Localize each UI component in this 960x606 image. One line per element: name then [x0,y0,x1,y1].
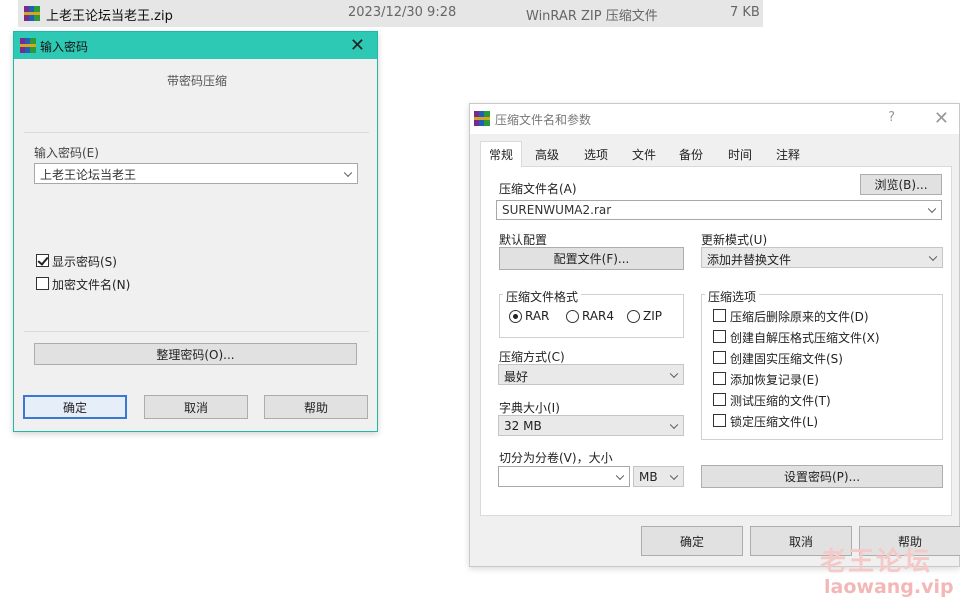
file-date: 2023/12/30 9:28 [348,5,457,20]
file-type: WinRAR ZIP 压缩文件 [526,9,658,24]
tab-backup[interactable]: 备份 [670,142,712,166]
tab-options[interactable]: 选项 [574,142,618,166]
profiles-button[interactable]: 配置文件(F)... [499,247,684,270]
tab-comment[interactable]: 注释 [767,142,809,166]
archive-name-label: 压缩文件名(A) [499,182,577,196]
split-unit-value: MB [639,470,658,484]
chevron-down-icon [669,471,679,480]
lock-archive-label[interactable]: 锁定压缩文件(L) [730,413,818,430]
winrar-archive-icon [24,6,40,21]
tab-time[interactable]: 时间 [718,142,762,166]
divider [24,331,369,332]
delete-after-label[interactable]: 压缩后删除原来的文件(D) [730,308,869,325]
format-zip-label[interactable]: ZIP [643,309,662,323]
file-name: 上老王论坛当老王.zip [46,9,173,24]
close-icon[interactable]: ✕ [350,35,365,56]
archive-format-label: 压缩文件格式 [503,288,582,305]
watermark-text: 老王论坛 [820,547,933,577]
archive-dialog-titlebar[interactable]: 压缩文件名和参数 ? ✕ [470,104,959,134]
sfx-label[interactable]: 创建自解压格式压缩文件(X) [730,329,880,346]
test-files-label[interactable]: 测试压缩的文件(T) [730,392,831,409]
file-size: 7 KB [730,5,760,20]
format-zip-radio[interactable] [627,310,640,323]
close-icon[interactable]: ✕ [934,108,949,129]
default-config-label: 默认配置 [499,233,548,247]
password-label: 输入密码(E) [34,146,99,160]
tab-general[interactable]: 常规 [480,141,522,167]
lock-archive-checkbox[interactable] [713,414,726,427]
chevron-down-icon [669,420,679,429]
recovery-record-checkbox[interactable] [713,372,726,385]
recovery-record-label[interactable]: 添加恢复记录(E) [730,371,819,388]
test-files-checkbox[interactable] [713,393,726,406]
split-unit-select[interactable]: MB [633,466,684,487]
show-password-label[interactable]: 显示密码(S) [52,253,117,270]
winrar-icon [20,38,36,53]
password-dialog: 输入密码 ✕ 带密码压缩 输入密码(E) 上老王论坛当老王 显示密码(S) 加密… [13,31,378,432]
solid-label[interactable]: 创建固实压缩文件(S) [730,350,843,367]
password-input[interactable]: 上老王论坛当老王 [34,163,358,184]
winrar-icon [474,111,490,126]
password-value: 上老王论坛当老王 [40,168,137,182]
organize-passwords-button[interactable]: 整理密码(O)... [34,343,357,365]
help-button[interactable]: 帮助 [264,395,368,419]
format-rar-radio[interactable] [509,310,522,323]
method-label: 压缩方式(C) [499,350,565,364]
password-dialog-title: 输入密码 [40,40,89,54]
browse-button[interactable]: 浏览(B)... [860,174,942,195]
tab-advanced[interactable]: 高级 [526,142,568,166]
cancel-button[interactable]: 取消 [144,395,248,419]
sfx-checkbox[interactable] [713,330,726,343]
format-rar4-label[interactable]: RAR4 [582,309,614,323]
encrypt-filenames-label[interactable]: 加密文件名(N) [52,276,130,293]
file-row[interactable]: 上老王论坛当老王.zip 2023/12/30 9:28 WinRAR ZIP … [18,0,763,27]
delete-after-checkbox[interactable] [713,309,726,322]
update-mode-value: 添加并替换文件 [707,253,792,267]
method-select[interactable]: 最好 [498,364,684,385]
dictionary-select[interactable]: 32 MB [498,415,684,436]
encrypt-filenames-checkbox[interactable] [36,277,49,290]
chevron-down-icon [928,252,938,261]
ok-button[interactable]: 确定 [641,526,743,556]
chevron-down-icon[interactable] [927,204,937,214]
archive-name-input[interactable]: SURENWUMA2.rar [496,200,942,220]
dictionary-label: 字典大小(I) [499,401,560,415]
archive-name-value: SURENWUMA2.rar [502,203,612,217]
chevron-down-icon [669,369,679,378]
help-icon[interactable]: ? [888,110,895,125]
solid-checkbox[interactable] [713,351,726,364]
password-dialog-subtitle: 带密码压缩 [167,74,228,88]
split-volumes-input[interactable] [498,466,630,487]
method-value: 最好 [504,370,529,384]
tab-files[interactable]: 文件 [623,142,665,166]
ok-button[interactable]: 确定 [23,395,127,419]
show-password-checkbox[interactable] [36,254,49,267]
split-volumes-label: 切分为分卷(V)，大小 [499,451,613,465]
update-mode-select[interactable]: 添加并替换文件 [701,247,943,268]
divider [24,132,369,133]
watermark-url: laowang.vip [824,576,954,598]
password-dialog-titlebar[interactable]: 输入密码 ✕ [14,32,377,59]
dictionary-value: 32 MB [504,419,542,433]
archive-options-label: 压缩选项 [705,288,760,305]
archive-dialog-title: 压缩文件名和参数 [495,113,592,127]
chevron-down-icon[interactable] [615,471,625,480]
update-mode-label: 更新模式(U) [701,233,768,247]
set-password-button[interactable]: 设置密码(P)... [701,465,943,488]
archive-dialog: 压缩文件名和参数 ? ✕ 常规 高级 选项 文件 备份 时间 注释 压缩文件名(… [469,103,960,567]
chevron-down-icon[interactable] [343,168,353,177]
format-rar-label[interactable]: RAR [525,309,549,323]
format-rar4-radio[interactable] [566,310,579,323]
